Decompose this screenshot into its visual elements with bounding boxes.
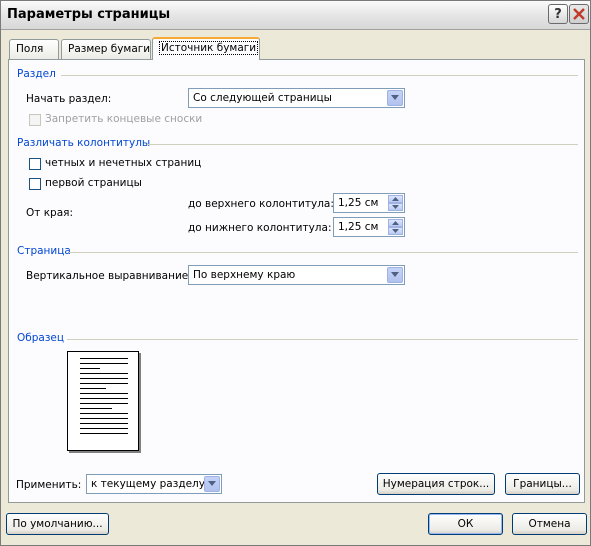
tab-margins[interactable]: Поля xyxy=(9,39,59,59)
footer-distance-stepper[interactable]: 1,25 см xyxy=(333,217,405,237)
odd-even-label: четных и нечетных страниц xyxy=(45,157,202,169)
section-start-select[interactable]: Со следующей страницы xyxy=(188,88,405,108)
help-button[interactable]: ? xyxy=(548,4,568,24)
header-distance-value: 1,25 см xyxy=(338,197,379,209)
apply-to-value: к текущему разделу xyxy=(91,478,205,490)
first-page-label: первой страницы xyxy=(45,177,142,189)
first-page-checkbox[interactable] xyxy=(29,178,41,190)
dialog-title: Параметры страницы xyxy=(7,7,171,22)
vertical-alignment-select[interactable]: По верхнему краю xyxy=(188,265,405,285)
help-icon: ? xyxy=(554,6,562,22)
tab-paper-source[interactable]: Источник бумаги xyxy=(152,37,260,60)
page-group-label: Страница xyxy=(17,245,71,257)
close-icon xyxy=(573,8,585,20)
page-divider xyxy=(69,252,578,253)
chevron-down-icon[interactable] xyxy=(204,476,220,492)
section-start-label: Начать раздел: xyxy=(26,93,112,105)
odd-even-checkbox[interactable] xyxy=(29,158,41,170)
section-group-label: Раздел xyxy=(17,68,56,80)
close-button[interactable] xyxy=(569,4,589,24)
header-distance-label: до верхнего колонтитула: xyxy=(188,198,334,210)
title-bar[interactable]: Параметры страницы ? xyxy=(1,1,590,30)
spin-down-icon[interactable] xyxy=(388,203,403,211)
footer-distance-value: 1,25 см xyxy=(338,221,379,233)
page-preview xyxy=(67,351,139,451)
tab-paper-size[interactable]: Размер бумаги xyxy=(61,39,151,59)
spin-up-icon[interactable] xyxy=(388,195,403,203)
apply-to-select[interactable]: к текущему разделу xyxy=(86,474,222,494)
page-setup-dialog: Параметры страницы ? Раздел Начать разде… xyxy=(0,0,591,546)
borders-button[interactable]: Границы... xyxy=(505,473,580,495)
ok-button[interactable]: ОК xyxy=(428,513,503,535)
suppress-endnotes-checkbox[interactable] xyxy=(29,114,41,126)
default-button[interactable]: По умолчанию... xyxy=(6,513,109,535)
cancel-button[interactable]: Отмена xyxy=(512,513,587,535)
chevron-down-icon[interactable] xyxy=(387,90,403,106)
headers-footers-group-label: Различать колонтитулы xyxy=(17,137,151,149)
section-divider xyxy=(61,75,578,76)
spin-up-icon[interactable] xyxy=(388,219,403,227)
spin-down-icon[interactable] xyxy=(388,227,403,235)
apply-to-label: Применить: xyxy=(16,479,82,491)
from-edge-label: От края: xyxy=(26,207,74,219)
vertical-alignment-label: Вертикальное выравнивание: xyxy=(26,270,192,282)
tab-paper-size-label: Размер бумаги xyxy=(68,43,151,55)
vertical-alignment-value: По верхнему краю xyxy=(193,269,296,281)
chevron-down-icon[interactable] xyxy=(387,267,403,283)
footer-distance-label: до нижнего колонтитула: xyxy=(188,222,332,234)
line-numbers-button[interactable]: Нумерация строк... xyxy=(377,473,495,495)
tab-margins-label: Поля xyxy=(16,43,44,55)
tab-paper-source-label: Источник бумаги xyxy=(159,41,259,55)
suppress-endnotes-label: Запретить концевые сноски xyxy=(45,113,203,125)
section-start-value: Со следующей страницы xyxy=(193,92,332,104)
header-distance-stepper[interactable]: 1,25 см xyxy=(333,193,405,213)
headers-footers-divider xyxy=(147,144,578,145)
preview-divider xyxy=(67,339,578,340)
preview-group-label: Образец xyxy=(17,332,65,344)
